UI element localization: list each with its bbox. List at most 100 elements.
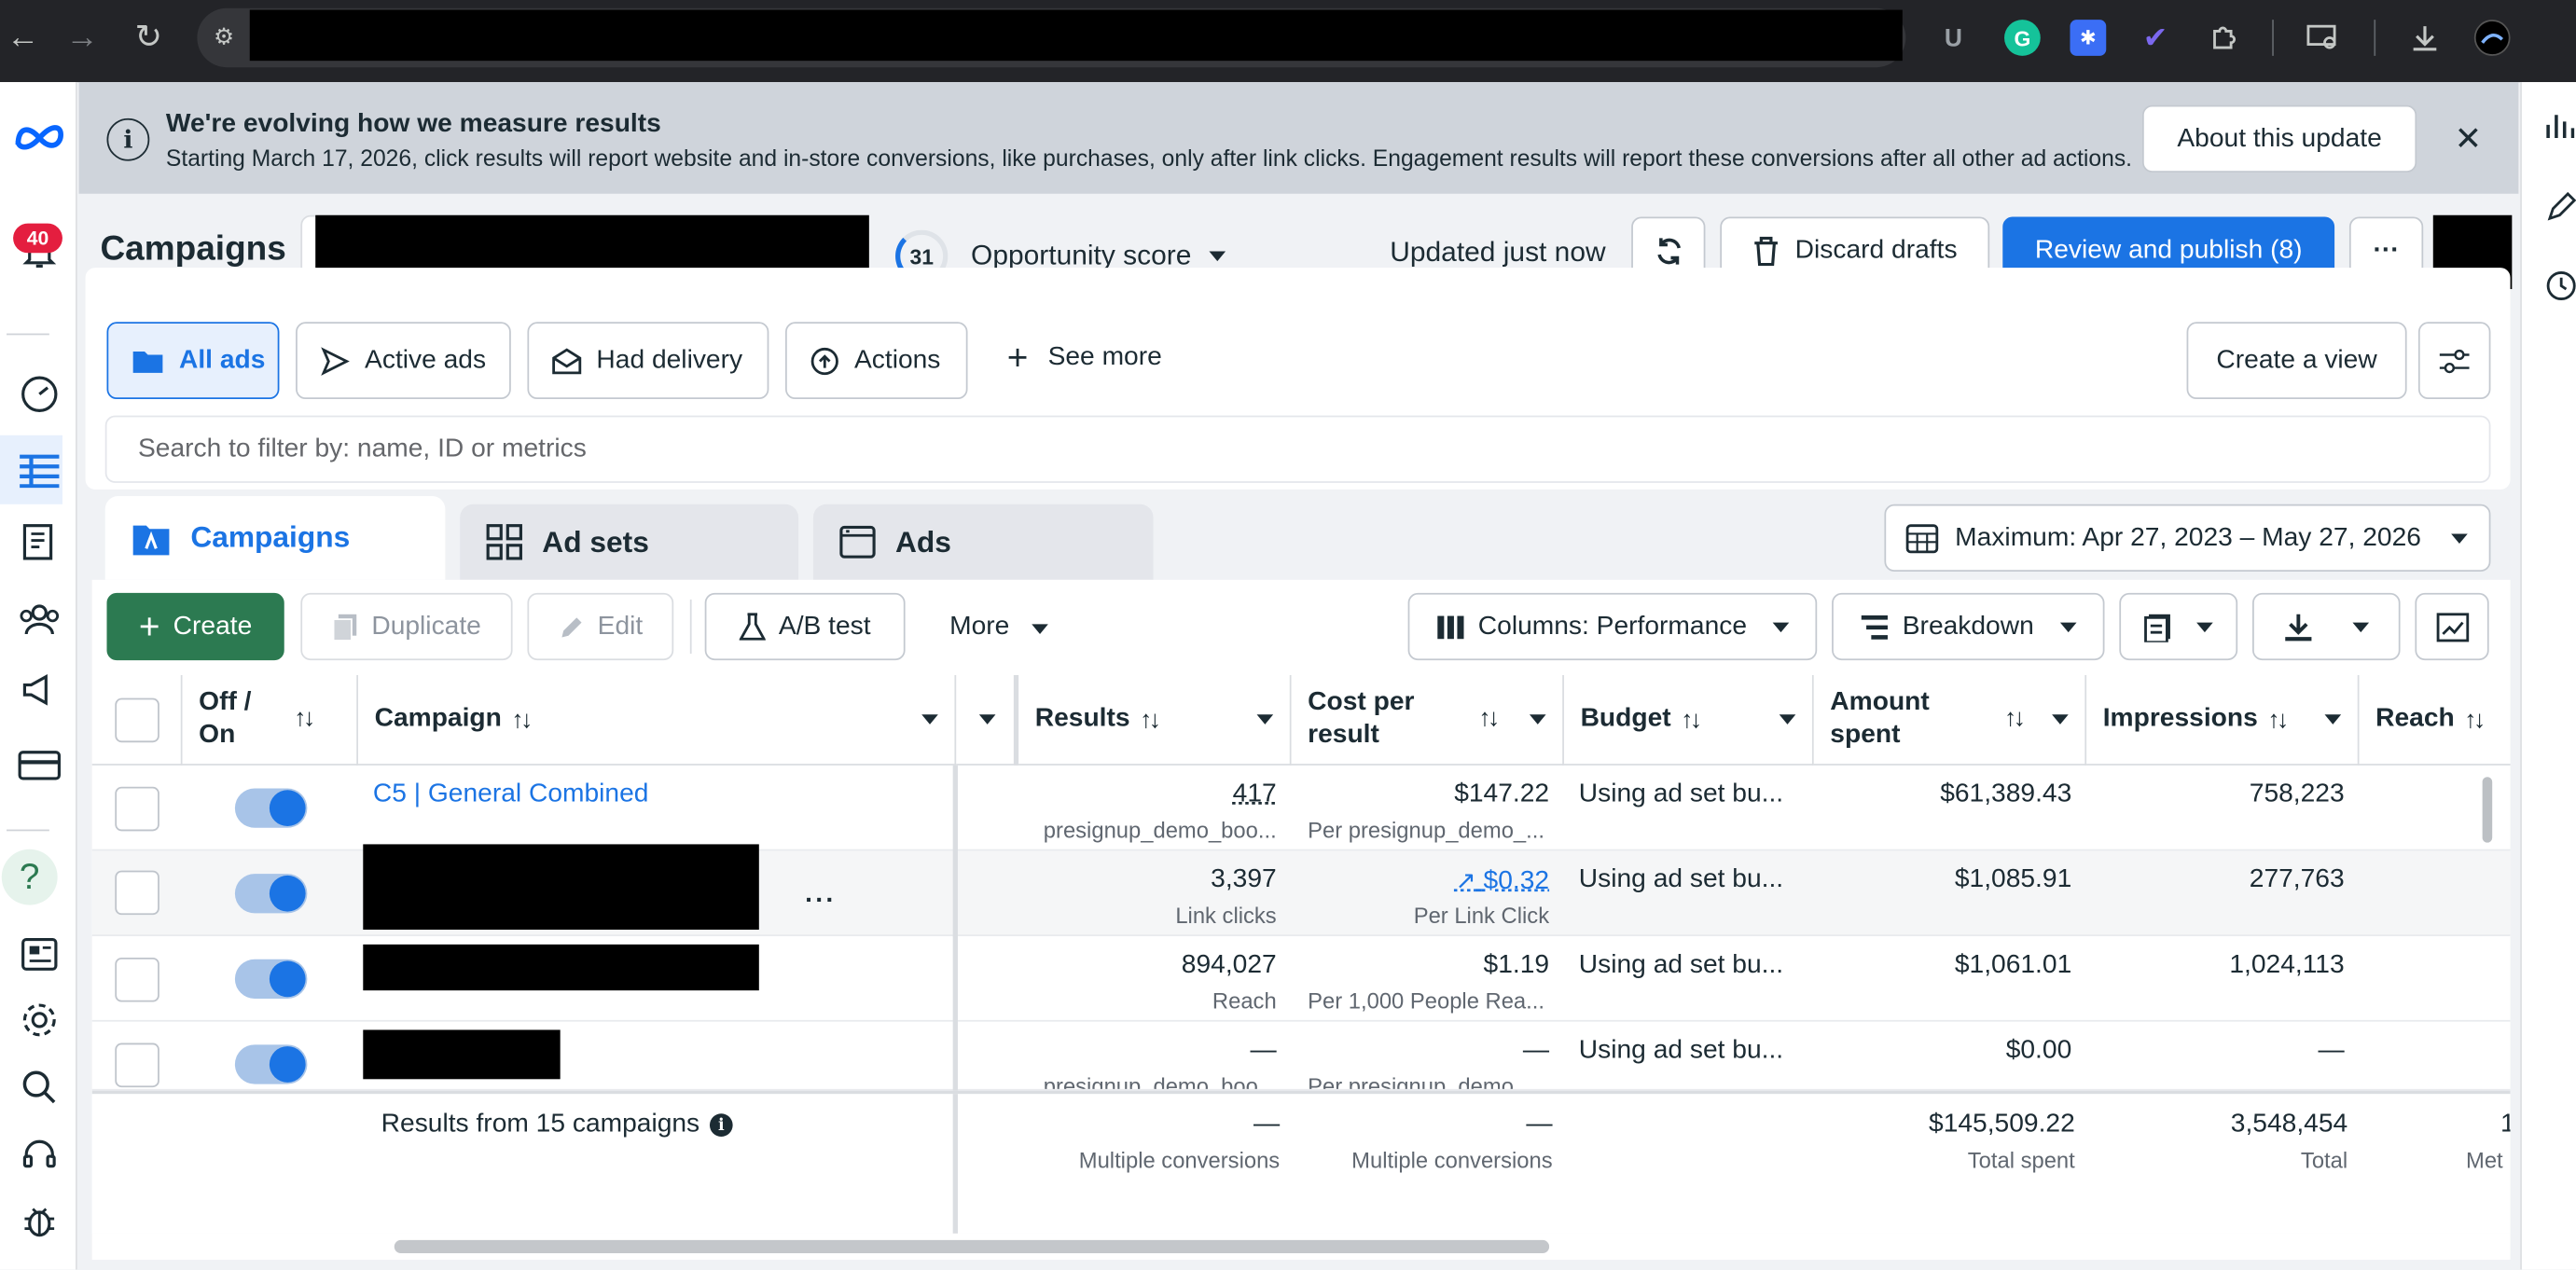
site-settings-icon[interactable]: ⚙ <box>214 23 243 53</box>
chevron-down-icon[interactable] <box>1779 714 1796 725</box>
campaign-megaphone-icon[interactable] <box>0 665 77 714</box>
settings-gear-icon[interactable] <box>0 995 77 1044</box>
chevron-down-icon[interactable] <box>1529 714 1546 725</box>
row-checkbox[interactable] <box>115 870 159 916</box>
audiences-icon[interactable] <box>0 595 77 644</box>
table-row[interactable]: C5 | General Combined 417 presignup_demo… <box>91 766 2511 851</box>
chevron-down-icon[interactable] <box>978 714 996 725</box>
chevron-down-icon[interactable] <box>1209 251 1226 262</box>
export-dropdown[interactable] <box>2252 592 2401 661</box>
meta-logo[interactable] <box>0 112 77 161</box>
row-checkbox[interactable] <box>115 957 159 1002</box>
info-icon[interactable]: i <box>709 1113 733 1137</box>
chevron-down-icon[interactable] <box>1256 714 1274 725</box>
filter-settings-button[interactable] <box>2417 322 2491 400</box>
header-amount-spent[interactable]: Amount spent ↑↓ <box>1813 674 2087 766</box>
tab-ad-sets[interactable]: Ad sets <box>460 504 799 580</box>
extension-u-icon[interactable]: U <box>1935 20 1972 56</box>
columns-selector[interactable]: Columns: Performance <box>1407 592 1818 661</box>
ads-manager-table-icon[interactable] <box>0 445 77 494</box>
header-results[interactable]: Results ↑↓ <box>1018 674 1292 766</box>
help-icon[interactable]: ? <box>1 849 58 905</box>
filter-all-ads[interactable]: All ads <box>106 322 280 400</box>
close-icon[interactable]: ✕ <box>2455 118 2483 159</box>
tab-ads[interactable]: Ads <box>812 504 1154 580</box>
row-checkbox[interactable] <box>115 786 159 832</box>
chevron-down-icon[interactable] <box>2052 714 2069 725</box>
profile-avatar[interactable] <box>2473 20 2511 56</box>
row-checkbox[interactable] <box>115 1042 159 1088</box>
date-range-picker[interactable]: Maximum: Apr 27, 2023 – May 27, 2026 <box>1884 504 2491 573</box>
reports-icon[interactable] <box>0 518 77 567</box>
campaign-toggle[interactable] <box>234 1044 308 1084</box>
sort-icon[interactable]: ↑↓ <box>2004 703 2026 736</box>
billing-card-icon[interactable] <box>0 740 77 790</box>
chevron-down-icon[interactable] <box>2324 714 2342 725</box>
calendar-icon <box>1905 523 1939 553</box>
sort-icon[interactable]: ↑↓ <box>294 703 315 736</box>
filter-had-delivery[interactable]: Had delivery <box>527 322 769 400</box>
sort-icon[interactable]: ↑↓ <box>1140 706 1161 734</box>
results-value[interactable]: 417 <box>1018 780 1277 810</box>
sort-icon[interactable]: ↑↓ <box>511 706 533 734</box>
header-reach[interactable]: Reach ↑↓ <box>2359 675 2511 766</box>
more-actions-dropdown[interactable]: More <box>949 613 1009 642</box>
campaign-toggle[interactable] <box>234 874 308 914</box>
header-impressions[interactable]: Impressions ↑↓ <box>2086 674 2360 766</box>
header-cost-per-result[interactable]: Cost per result ↑↓ <box>1291 674 1564 766</box>
cast-icon[interactable] <box>2305 20 2341 56</box>
sort-icon[interactable]: ↑↓ <box>1681 706 1702 734</box>
news-icon[interactable] <box>0 930 77 979</box>
sort-icon[interactable]: ↑↓ <box>1478 703 1500 736</box>
cost-value[interactable]: ↗ $0.32 <box>1292 865 1550 896</box>
filter-actions[interactable]: Actions <box>784 322 968 400</box>
notification-badge: 40 <box>13 223 62 254</box>
sort-icon[interactable]: ↑↓ <box>2267 706 2289 734</box>
chart-bars-icon[interactable] <box>2545 108 2575 149</box>
edit-pencil-icon[interactable] <box>2545 190 2576 231</box>
download-icon[interactable] <box>2407 20 2444 56</box>
back-icon[interactable]: ← <box>7 20 39 56</box>
search-input[interactable]: Search to filter by: name, ID or metrics <box>104 415 2491 483</box>
create-view-button[interactable]: Create a view <box>2186 322 2407 400</box>
charts-button[interactable] <box>2415 592 2489 661</box>
select-all-checkbox[interactable] <box>115 697 159 742</box>
see-more-button[interactable]: + See more <box>1007 339 1162 376</box>
sort-icon[interactable]: ↑↓ <box>2464 706 2486 734</box>
breakdown-selector[interactable]: Breakdown <box>1832 592 2105 661</box>
header-budget[interactable]: Budget ↑↓ <box>1563 674 1814 766</box>
columns-icon <box>1436 614 1463 639</box>
campaign-toggle[interactable] <box>234 959 308 999</box>
edit-button[interactable]: Edit <box>527 592 674 661</box>
ab-test-button[interactable]: A/B test <box>704 592 906 661</box>
campaign-toggle[interactable] <box>234 788 308 828</box>
about-update-button[interactable]: About this update <box>2141 104 2417 173</box>
header-off-on[interactable]: Off / On ↑↓ <box>182 674 359 766</box>
dashboard-gauge-icon[interactable] <box>0 369 77 419</box>
table-row[interactable]: — presignup_demo_boo... — Per presignup_… <box>91 1022 2511 1091</box>
tab-campaigns[interactable]: Campaigns <box>104 495 446 580</box>
support-headset-icon[interactable] <box>0 1130 77 1180</box>
forward-icon[interactable]: → <box>65 20 98 56</box>
header-collapsed-column[interactable] <box>956 674 1019 766</box>
extension-snowflake-icon[interactable]: ✱ <box>2070 20 2107 56</box>
search-icon[interactable] <box>0 1063 77 1112</box>
header-campaign[interactable]: Campaign ↑↓ <box>358 674 957 766</box>
row-more-icon[interactable]: ··· <box>805 887 836 917</box>
extension-check-icon[interactable]: ✔ <box>2138 20 2174 56</box>
filter-active-ads[interactable]: Active ads <box>296 322 511 400</box>
campaign-name-link[interactable]: C5 | General Combined <box>373 780 649 810</box>
reload-icon[interactable]: ↻ <box>134 20 162 56</box>
history-clock-icon[interactable] <box>2545 269 2576 311</box>
horizontal-scrollbar-thumb[interactable] <box>394 1239 1550 1254</box>
create-button[interactable]: + Create <box>106 592 284 661</box>
table-row[interactable]: 894,027 Reach $1.19 Per 1,000 People Rea… <box>91 936 2511 1022</box>
extensions-puzzle-icon[interactable] <box>2207 20 2243 56</box>
chevron-down-icon[interactable] <box>921 714 938 725</box>
reports-dropdown[interactable] <box>2119 592 2238 661</box>
vertical-scrollbar[interactable] <box>2482 777 2493 843</box>
grammarly-icon[interactable]: G <box>2004 20 2041 56</box>
table-row[interactable]: ··· 3,397 Link clicks ↗ $0.32 Per Link C… <box>91 844 2511 937</box>
duplicate-button[interactable]: Duplicate <box>300 592 513 661</box>
bug-report-icon[interactable] <box>0 1195 77 1245</box>
